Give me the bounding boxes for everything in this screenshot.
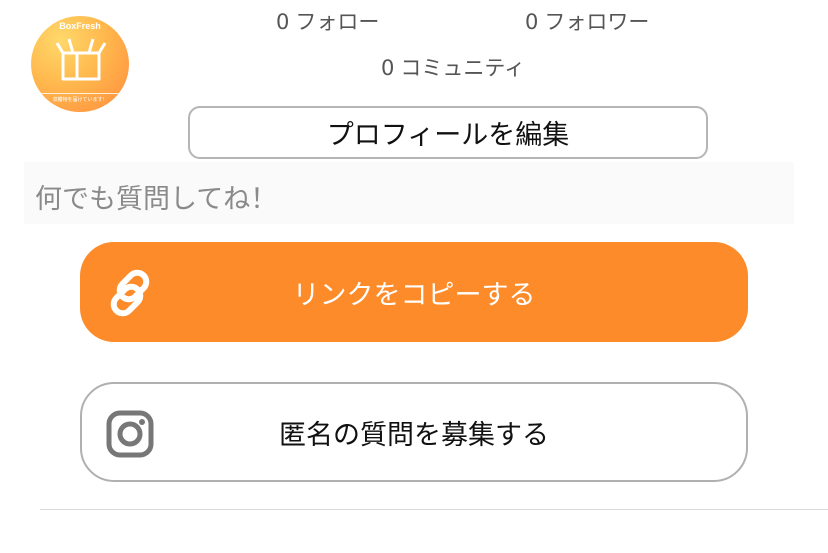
community-stat[interactable]: 0 コミュニティ <box>381 52 525 82</box>
avatar-brand: BoxFresh <box>59 21 101 31</box>
divider <box>40 509 828 510</box>
bio: 何でも質問してね！ <box>24 162 794 224</box>
follower-label: フォロワー <box>544 10 650 34</box>
avatar-tagline: 収穫物を届けています！ <box>41 93 119 103</box>
copy-link-label: リンクをコピーする <box>292 279 536 311</box>
copy-link-button[interactable]: リンクをコピーする <box>80 242 748 342</box>
community-count: 0 <box>381 56 395 80</box>
edit-profile-button[interactable]: プロフィールを編集 <box>188 106 708 159</box>
community-label: コミュニティ <box>400 56 526 80</box>
follow-count: 0 <box>276 10 290 34</box>
avatar[interactable]: BoxFresh 収穫物を届けています！ <box>31 16 129 112</box>
follower-stat[interactable]: 0 フォロワー <box>525 6 649 36</box>
follow-label: フォロー <box>295 10 380 34</box>
anonymous-question-label: 匿名の質問を募集する <box>279 419 549 451</box>
link-icon <box>110 269 150 317</box>
follow-stat[interactable]: 0 フォロー <box>276 6 379 36</box>
anonymous-question-button[interactable]: 匿名の質問を募集する <box>80 382 748 482</box>
instagram-icon <box>106 410 154 458</box>
follower-count: 0 <box>525 10 539 34</box>
box-icon <box>55 38 107 81</box>
bio-text: 何でも質問してね！ <box>35 184 278 215</box>
